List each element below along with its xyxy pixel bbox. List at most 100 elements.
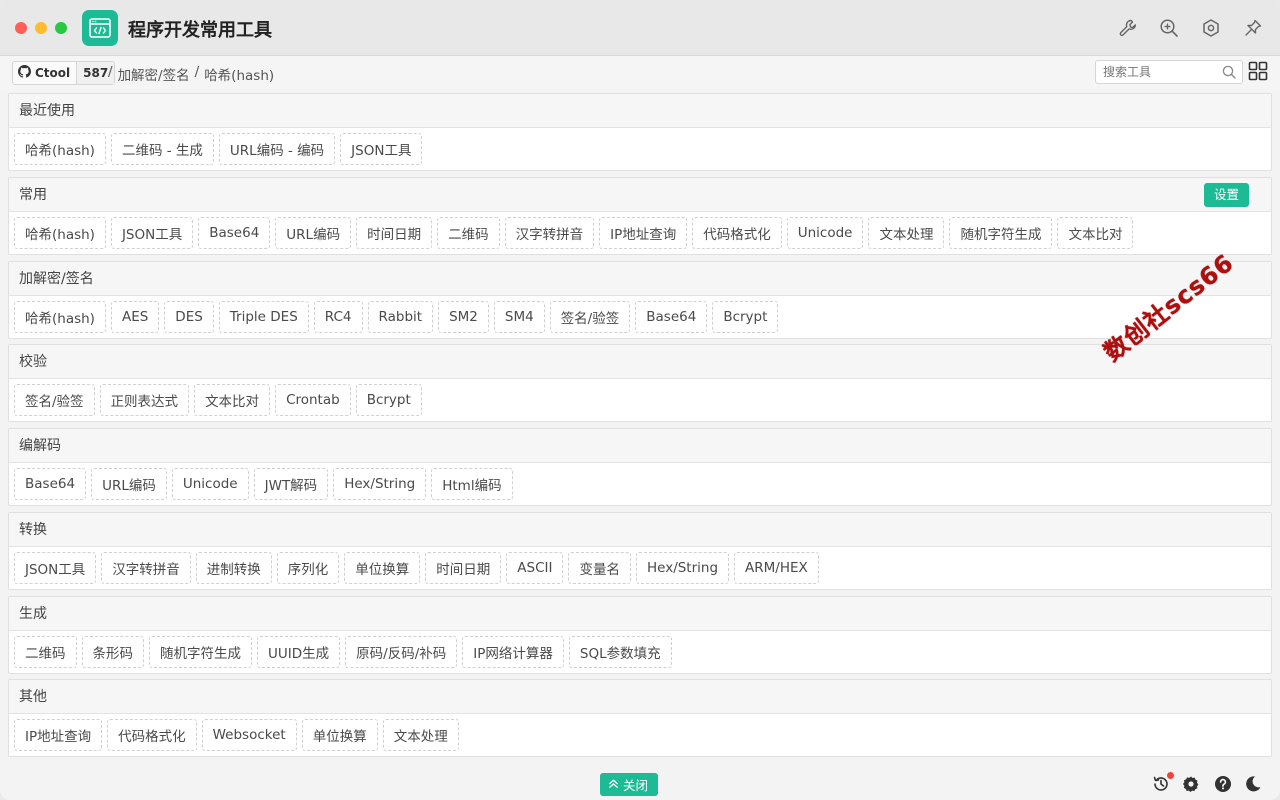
tool-tag[interactable]: 随机字符生成 bbox=[949, 217, 1053, 249]
breadcrumb-item-category[interactable]: 加解密/签名 bbox=[118, 64, 190, 84]
app-title: 程序开发常用工具 bbox=[128, 20, 272, 41]
tool-tag[interactable]: Base64 bbox=[14, 468, 87, 500]
close-window-button[interactable] bbox=[15, 22, 27, 34]
tool-tag[interactable]: Hex/String bbox=[635, 552, 730, 584]
tool-tag[interactable]: 单位换算 bbox=[344, 552, 421, 584]
tool-tag[interactable]: 文本比对 bbox=[1057, 217, 1134, 249]
tool-tag[interactable]: 二维码 bbox=[437, 217, 500, 249]
tool-tag[interactable]: UUID生成 bbox=[257, 636, 341, 668]
tool-tag[interactable]: 随机字符生成 bbox=[149, 636, 252, 668]
tool-tag[interactable]: 代码格式化 bbox=[692, 217, 782, 249]
history-icon[interactable] bbox=[1151, 772, 1174, 794]
section-panel: 最近使用 哈希(hash) 二维码 - 生成 URL编码 - 编码 JSON工具 bbox=[8, 93, 1272, 171]
tool-tag[interactable]: 单位换算 bbox=[301, 719, 378, 751]
section-header: 加解密/签名 bbox=[9, 262, 1271, 296]
tool-tag[interactable]: 二维码 bbox=[14, 636, 77, 668]
tool-tag[interactable]: 文本处理 bbox=[382, 719, 459, 751]
section-title: 编解码 bbox=[19, 438, 61, 454]
tool-tag[interactable]: RC4 bbox=[313, 301, 363, 333]
tool-tag[interactable]: DES bbox=[164, 301, 214, 333]
section-panel: 转换 JSON工具 汉字转拼音 进制转换 序列化 单位换算 时间日期 ASCII 变量名 Hex/… bbox=[8, 512, 1272, 590]
tool-tag[interactable]: Unicode bbox=[786, 217, 864, 249]
search-box[interactable] bbox=[1095, 60, 1243, 84]
section-tool-list: 签名/验签 正则表达式 文本比对 Crontab Bcrypt bbox=[9, 379, 1271, 421]
help-icon[interactable] bbox=[1213, 774, 1233, 794]
wrench-icon[interactable] bbox=[1117, 17, 1139, 39]
tool-tag[interactable]: IP地址查询 bbox=[599, 217, 688, 249]
tool-tag[interactable]: 哈希(hash) bbox=[14, 133, 106, 165]
tool-tag[interactable]: 汉字转拼音 bbox=[101, 552, 191, 584]
zoom-in-icon[interactable] bbox=[1158, 17, 1180, 39]
app-window: 程序开发常用工具 Ctool 587 / 加解密/签名 / 哈希(hash) 搜… bbox=[0, 0, 1280, 800]
github-badge[interactable]: Ctool 587 bbox=[12, 61, 116, 85]
tool-tag[interactable]: Crontab bbox=[275, 384, 351, 416]
search-icon bbox=[1222, 65, 1236, 83]
breadcrumb: / 加解密/签名 / 哈希(hash) bbox=[108, 64, 274, 84]
plugin-hex-icon[interactable] bbox=[1200, 17, 1222, 39]
tool-tag[interactable]: Bcrypt bbox=[355, 384, 422, 416]
tool-tag[interactable]: 时间日期 bbox=[425, 552, 502, 584]
tool-tag[interactable]: 条形码 bbox=[81, 636, 144, 668]
tool-tag[interactable]: Base64 bbox=[198, 217, 271, 249]
search-input[interactable] bbox=[1096, 61, 1216, 83]
tool-tag[interactable]: URL编码 bbox=[91, 468, 167, 500]
github-icon bbox=[18, 65, 31, 81]
tool-tag[interactable]: JSON工具 bbox=[14, 552, 97, 584]
tool-tag[interactable]: 签名/验签 bbox=[549, 301, 631, 333]
section-settings-button[interactable]: 设置 bbox=[1203, 183, 1249, 207]
tool-tag[interactable]: 进制转换 bbox=[195, 552, 272, 584]
bottom-bar: 关闭 bbox=[0, 770, 1280, 800]
tool-tag[interactable]: 文本比对 bbox=[194, 384, 271, 416]
tool-tag[interactable]: SM4 bbox=[493, 301, 545, 333]
tool-tag[interactable]: 时间日期 bbox=[356, 217, 433, 249]
tool-tag[interactable]: 二维码 - 生成 bbox=[110, 133, 214, 165]
tool-tag[interactable]: 签名/验签 bbox=[14, 384, 95, 416]
tool-tag[interactable]: JSON工具 bbox=[340, 133, 423, 165]
tool-tag[interactable]: Rabbit bbox=[367, 301, 434, 333]
section-tool-list: 二维码 条形码 随机字符生成 UUID生成 原码/反码/补码 IP网络计算器 SQL参数填充 bbox=[9, 631, 1271, 673]
tool-tag[interactable]: URL编码 - 编码 bbox=[218, 133, 336, 165]
tool-tag[interactable]: Html编码 bbox=[431, 468, 513, 500]
tool-tag[interactable]: IP地址查询 bbox=[14, 719, 103, 751]
tool-tag[interactable]: 文本处理 bbox=[868, 217, 945, 249]
tool-tag[interactable]: Hex/String bbox=[333, 468, 427, 500]
tool-tag[interactable]: 原码/反码/补码 bbox=[345, 636, 458, 668]
tool-tag[interactable]: SM2 bbox=[438, 301, 489, 333]
tool-tag[interactable]: ARM/HEX bbox=[734, 552, 819, 584]
tool-tag[interactable]: 哈希(hash) bbox=[14, 301, 106, 333]
tool-tag[interactable]: Triple DES bbox=[218, 301, 309, 333]
tool-tag[interactable]: ASCII bbox=[506, 552, 564, 584]
tool-tag[interactable]: Bcrypt bbox=[712, 301, 779, 333]
pin-icon[interactable] bbox=[1242, 17, 1264, 39]
section-title: 校验 bbox=[19, 354, 47, 370]
tool-tag[interactable]: URL编码 bbox=[275, 217, 352, 249]
section-header: 常用 设置 bbox=[9, 178, 1271, 212]
dark-mode-moon-icon[interactable] bbox=[1243, 774, 1263, 794]
tool-tag[interactable]: AES bbox=[110, 301, 160, 333]
breadcrumb-item-tool[interactable]: 哈希(hash) bbox=[204, 64, 274, 84]
tool-tag[interactable]: 代码格式化 bbox=[107, 719, 197, 751]
maximize-window-button[interactable] bbox=[55, 22, 67, 34]
section-header: 编解码 bbox=[9, 429, 1271, 463]
tool-tag[interactable]: JWT解码 bbox=[253, 468, 329, 500]
tool-tag[interactable]: IP网络计算器 bbox=[462, 636, 564, 668]
tool-tag[interactable]: 序列化 bbox=[276, 552, 340, 584]
close-button[interactable]: 关闭 bbox=[600, 773, 659, 796]
tool-tag[interactable]: 汉字转拼音 bbox=[504, 217, 595, 249]
tool-tag[interactable]: Base64 bbox=[635, 301, 708, 333]
double-chevron-up-icon bbox=[608, 777, 619, 792]
section-title: 其他 bbox=[19, 689, 47, 705]
tool-tag[interactable]: SQL参数填充 bbox=[568, 636, 672, 668]
minimize-window-button[interactable] bbox=[35, 22, 47, 34]
grid-view-icon[interactable] bbox=[1248, 61, 1268, 81]
section-tool-list: 哈希(hash) JSON工具 Base64 URL编码 时间日期 二维码 汉字转拼音 IP地… bbox=[9, 212, 1271, 254]
tool-tag[interactable]: 哈希(hash) bbox=[14, 217, 106, 249]
settings-gear-icon[interactable] bbox=[1181, 774, 1201, 794]
section-panel: 加解密/签名 哈希(hash) AES DES Triple DES RC4 Rabbit S… bbox=[8, 261, 1272, 339]
tool-tag[interactable]: Websocket bbox=[201, 719, 297, 751]
tool-tag[interactable]: Unicode bbox=[171, 468, 249, 500]
section-header: 其他 bbox=[9, 680, 1271, 714]
tool-tag[interactable]: 正则表达式 bbox=[99, 384, 190, 416]
tool-tag[interactable]: JSON工具 bbox=[110, 217, 194, 249]
tool-tag[interactable]: 变量名 bbox=[568, 552, 631, 584]
